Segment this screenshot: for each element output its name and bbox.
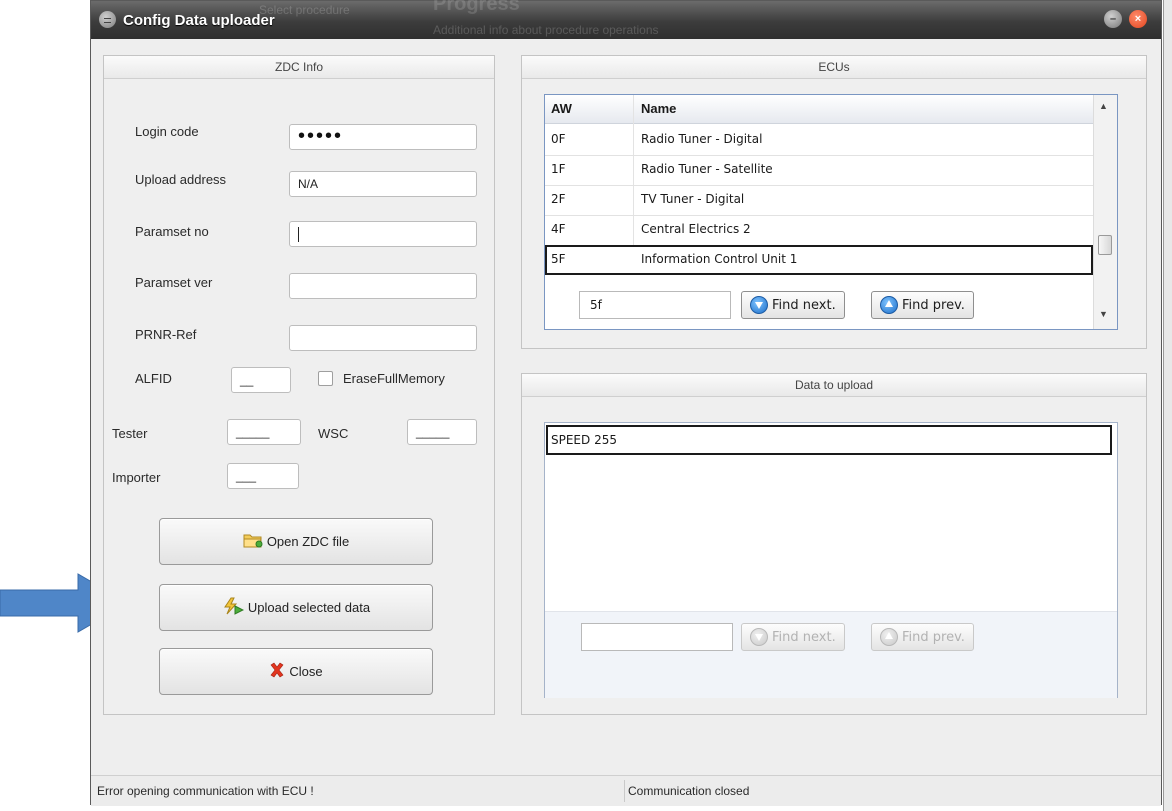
title-bar[interactable]: Select procedure Progress Additional inf… (91, 0, 1161, 39)
find-next-label: Find next. (772, 629, 836, 645)
ecu-search-input[interactable]: 5f (579, 291, 731, 319)
upload-find-next-button[interactable]: Find next. (741, 623, 845, 651)
background-progress-title: Progress (433, 0, 520, 15)
red-x-icon (269, 662, 285, 681)
upload-row-selected[interactable]: SPEED 255 (546, 425, 1112, 455)
window-title: Config Data uploader (123, 12, 275, 29)
tester-field[interactable]: _____ (227, 419, 301, 445)
arrow-up-icon (880, 628, 898, 646)
close-button[interactable]: Close (159, 648, 433, 695)
login-code-field[interactable]: ••••• (289, 124, 477, 150)
upload-row-text: SPEED 255 (551, 433, 617, 447)
status-separator (624, 780, 625, 802)
importer-field[interactable]: ___ (227, 463, 299, 489)
lightning-upload-icon (222, 597, 245, 618)
upload-selected-data-button[interactable]: Upload selected data (159, 584, 433, 631)
status-right-text: Communication closed (628, 784, 750, 798)
table-row[interactable]: 1F Radio Tuner - Satellite (545, 155, 1093, 186)
upload-search-input[interactable] (581, 623, 733, 651)
paramset-ver-label: Paramset ver (135, 275, 213, 290)
zdc-info-panel: ZDC Info Login code ••••• Upload address… (103, 55, 495, 715)
arrow-up-icon (880, 296, 898, 314)
row-name: Information Control Unit 1 (641, 252, 798, 266)
open-zdc-file-label: Open ZDC file (266, 534, 350, 549)
wsc-label: WSC (318, 426, 349, 441)
minimize-icon[interactable]: – (1104, 10, 1122, 28)
erase-full-memory-checkbox[interactable] (318, 371, 333, 386)
zdc-info-header: ZDC Info (104, 56, 494, 79)
alfid-field[interactable]: __ (231, 367, 291, 393)
ecu-find-next-button[interactable]: Find next. (741, 291, 845, 319)
prnr-ref-field[interactable] (289, 325, 477, 351)
scroll-up-icon[interactable]: ▲ (1099, 101, 1108, 111)
data-to-upload-panel: Data to upload SPEED 255 Find next. Find… (521, 373, 1147, 715)
upload-address-field[interactable]: N/A (289, 171, 477, 197)
column-name[interactable]: Name (641, 101, 676, 116)
erase-full-memory-label: EraseFullMemory (343, 371, 445, 386)
tester-label: Tester (112, 426, 148, 441)
row-aw: 0F (551, 132, 566, 146)
prnr-ref-label: PRNR-Ref (135, 327, 197, 342)
upload-selected-data-label: Upload selected data (247, 600, 371, 615)
login-code-label: Login code (135, 124, 199, 139)
row-aw: 1F (551, 162, 566, 176)
status-bar: Error opening communication with ECU ! C… (91, 775, 1161, 806)
ecu-find-prev-button[interactable]: Find prev. (871, 291, 974, 319)
data-to-upload-header: Data to upload (522, 374, 1146, 397)
background-window-edge (1163, 0, 1172, 811)
paramset-no-field[interactable] (289, 221, 477, 247)
config-data-uploader-window: Select procedure Progress Additional inf… (90, 0, 1162, 806)
column-aw[interactable]: AW (551, 101, 572, 116)
close-label: Close (289, 664, 323, 679)
row-aw: 5F (551, 252, 566, 266)
row-name: Radio Tuner - Digital (641, 132, 763, 146)
ecus-panel: ECUs AW Name 0F Radio Tuner - Digital 1F… (521, 55, 1147, 349)
window-menu-icon[interactable] (99, 11, 116, 28)
row-name: TV Tuner - Digital (641, 192, 745, 206)
find-prev-label: Find prev. (902, 297, 965, 313)
ecus-table: AW Name 0F Radio Tuner - Digital 1F Radi… (544, 94, 1118, 330)
table-row[interactable]: 4F Central Electrics 2 (545, 215, 1093, 246)
upload-list: SPEED 255 Find next. Find prev. (544, 422, 1118, 698)
folder-open-icon (243, 532, 263, 551)
table-row[interactable]: 0F Radio Tuner - Digital (545, 125, 1093, 156)
find-next-label: Find next. (772, 297, 836, 313)
table-row-selected[interactable]: 5F Information Control Unit 1 (545, 245, 1093, 275)
upload-address-label: Upload address (135, 172, 227, 187)
text-caret (298, 227, 299, 243)
row-name: Radio Tuner - Satellite (641, 162, 773, 176)
paramset-ver-field[interactable] (289, 273, 477, 299)
paramset-no-label: Paramset no (135, 224, 209, 239)
arrow-down-icon (750, 628, 768, 646)
row-aw: 4F (551, 222, 566, 236)
scroll-down-icon[interactable]: ▼ (1099, 309, 1108, 319)
wsc-field[interactable]: _____ (407, 419, 477, 445)
background-info-text: Additional info about procedure operatio… (433, 23, 659, 37)
alfid-label: ALFID (135, 371, 172, 386)
find-prev-label: Find prev. (902, 629, 965, 645)
scrollbar-thumb[interactable] (1098, 235, 1112, 255)
table-row[interactable]: 2F TV Tuner - Digital (545, 185, 1093, 216)
importer-label: Importer (112, 470, 161, 485)
ecus-header: ECUs (522, 56, 1146, 79)
open-zdc-file-button[interactable]: Open ZDC file (159, 518, 433, 565)
row-name: Central Electrics 2 (641, 222, 751, 236)
upload-find-prev-button[interactable]: Find prev. (871, 623, 974, 651)
close-icon[interactable]: × (1129, 10, 1147, 28)
arrow-down-icon (750, 296, 768, 314)
row-aw: 2F (551, 192, 566, 206)
ecus-scrollbar[interactable]: ▲ ▼ (1093, 95, 1117, 329)
status-left-text: Error opening communication with ECU ! (97, 784, 314, 798)
ecus-table-header: AW Name (545, 95, 1093, 124)
